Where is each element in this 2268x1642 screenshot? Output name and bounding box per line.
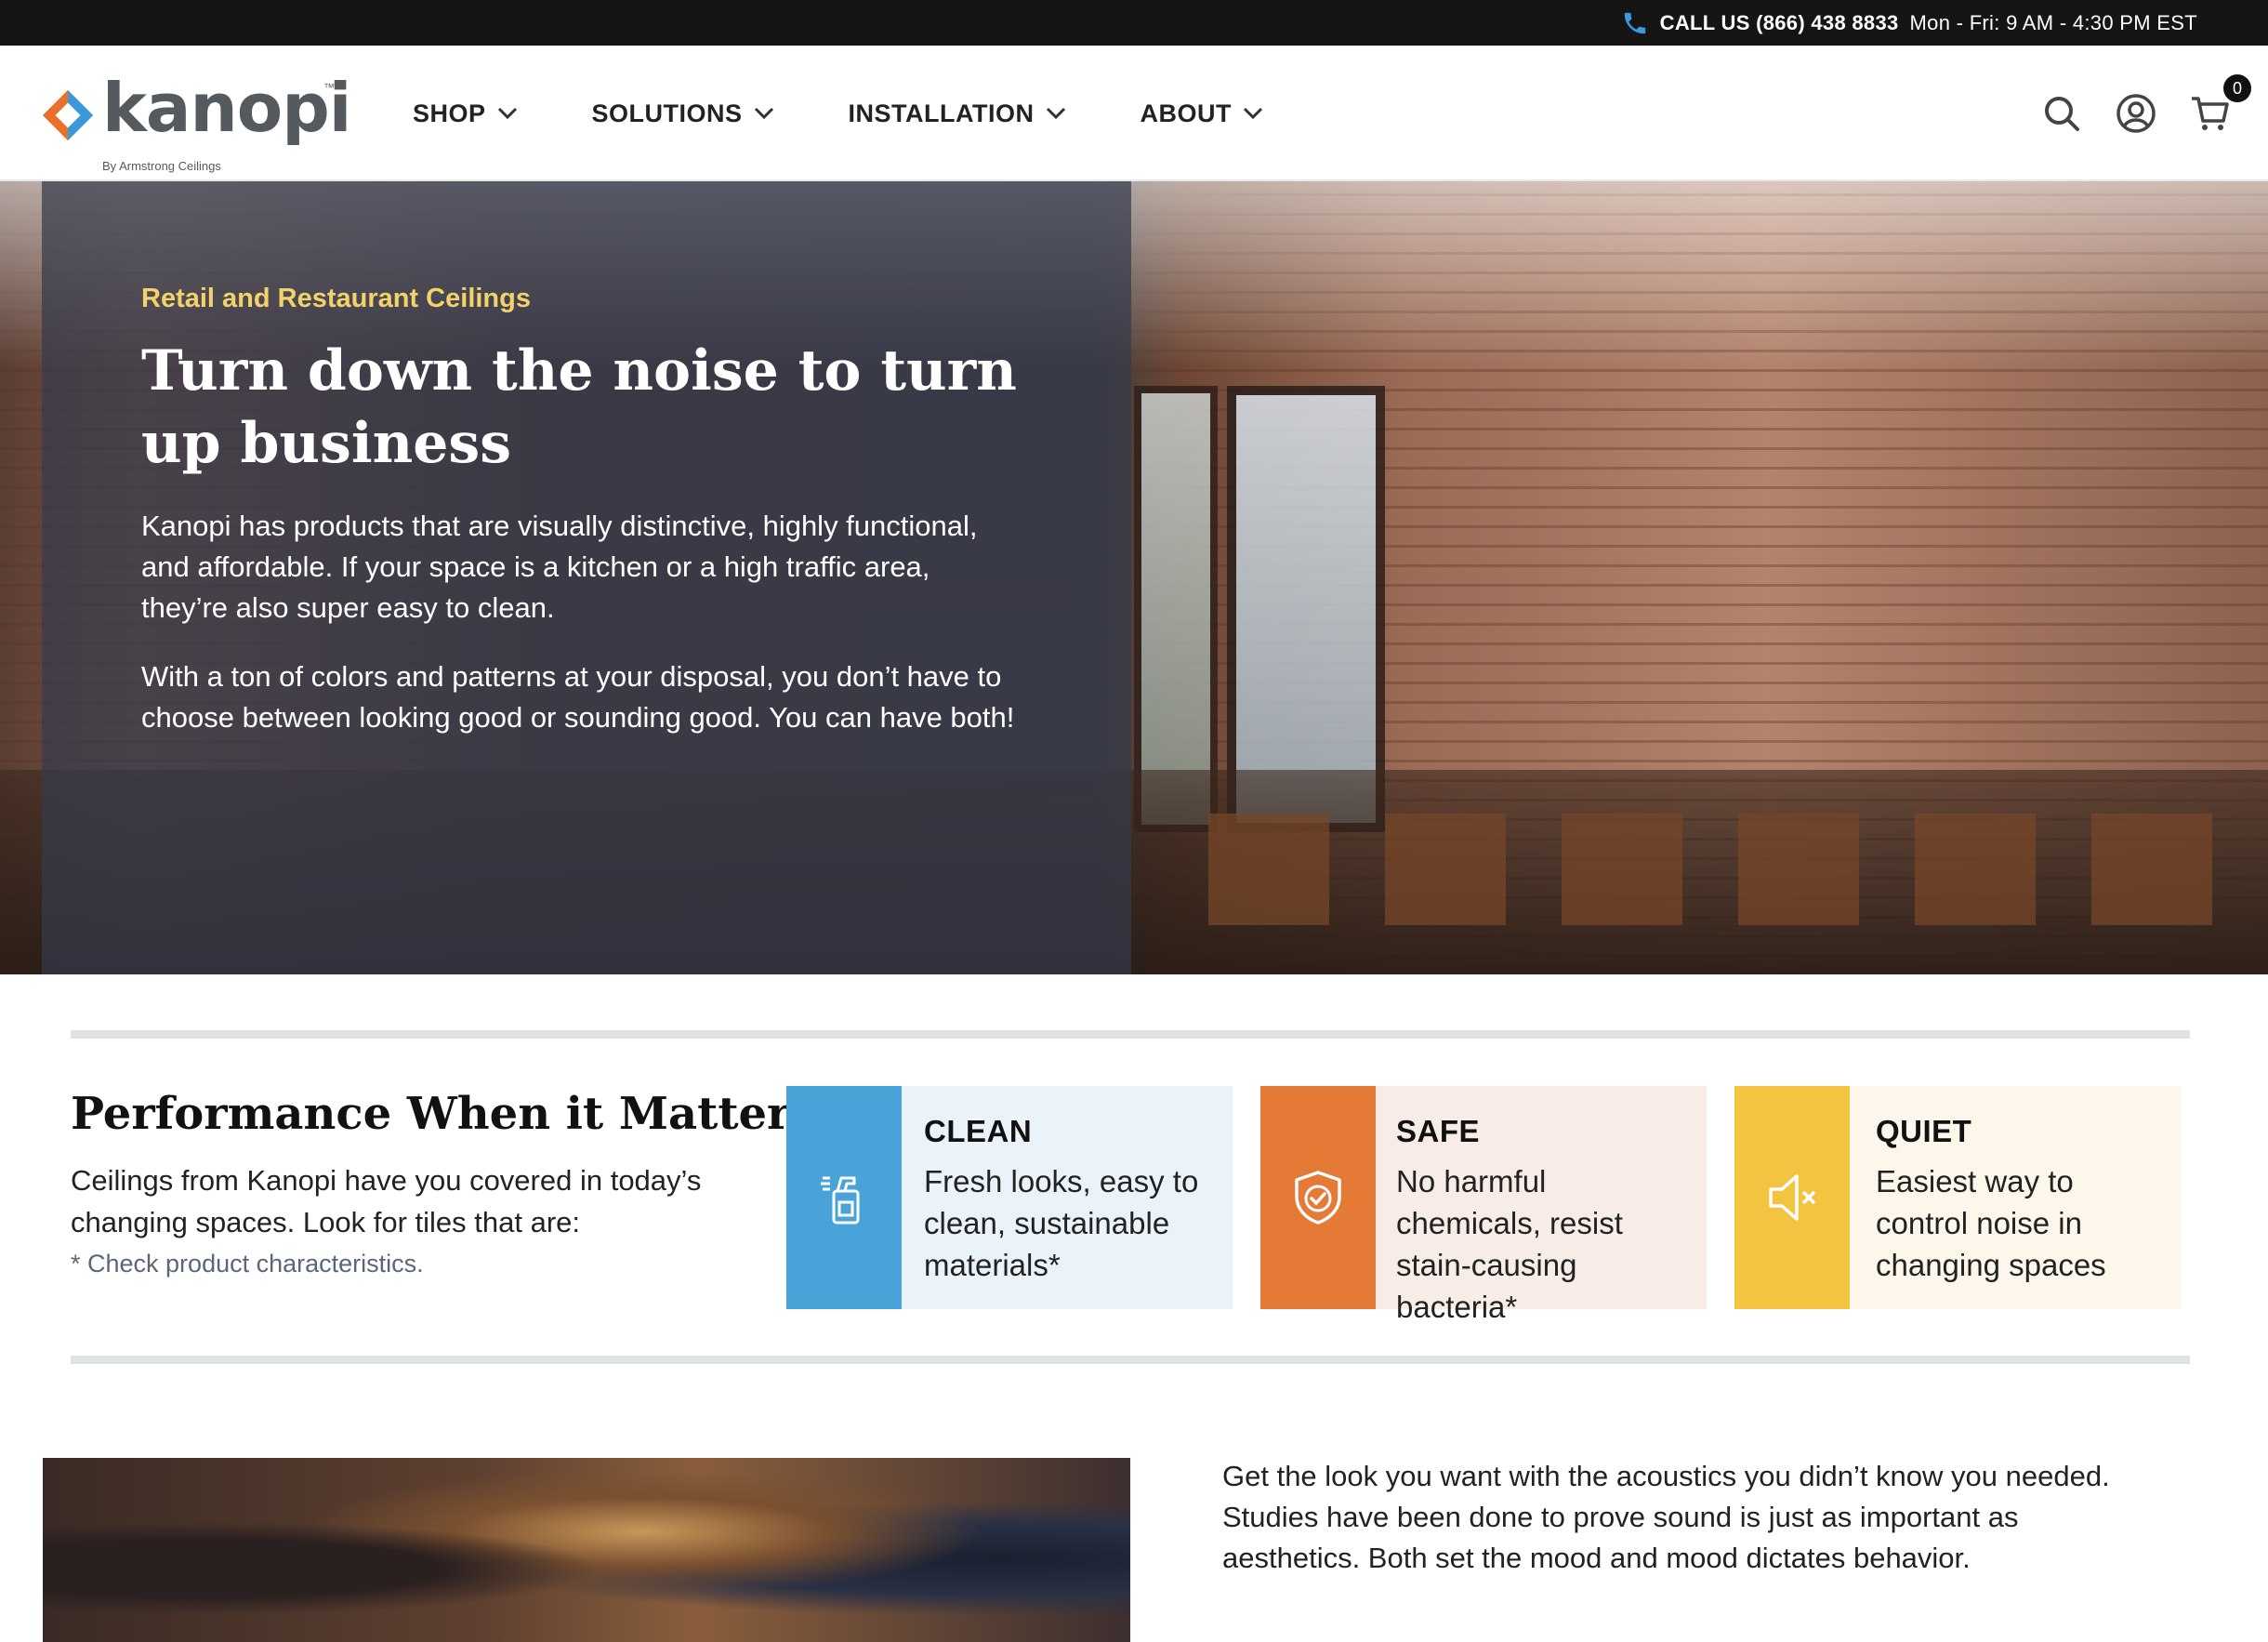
feature-card-title: SAFE bbox=[1396, 1114, 1481, 1148]
speaker-mute-icon bbox=[1769, 1174, 1815, 1221]
performance-description: Ceilings from Kanopi have you covered in… bbox=[71, 1164, 702, 1238]
nav-shop[interactable]: SHOP bbox=[413, 99, 518, 128]
hero-photo-window bbox=[1227, 386, 1385, 832]
logo-subtitle: By Armstrong Ceilings bbox=[102, 159, 221, 173]
nav-solutions[interactable]: SOLUTIONS bbox=[592, 99, 774, 128]
call-us[interactable]: CALL US (866) 438 8833 Mon - Fri: 9 AM -… bbox=[1621, 0, 2197, 46]
logo-wordmark: kanopi bbox=[102, 69, 351, 147]
feature-card-icon bbox=[1734, 1086, 1850, 1309]
search-icon bbox=[2045, 97, 2079, 131]
feature-card-safe: SAFE No harmful chemicals, resist stain-… bbox=[1260, 1086, 1707, 1324]
cart-button[interactable]: 0 bbox=[2190, 74, 2251, 134]
feature-card-desc: Easiest way to control noise in changing… bbox=[1876, 1164, 2106, 1282]
logo-trademark: ™ bbox=[323, 81, 335, 94]
call-us-label[interactable]: CALL US (866) 438 8833 bbox=[1660, 11, 1899, 35]
performance-title: Performance When it Matters bbox=[71, 1088, 816, 1140]
feature-card-body: CLEAN Fresh looks, easy to clean, sustai… bbox=[902, 1086, 1233, 1309]
hero-eyebrow: Retail and Restaurant Ceilings bbox=[141, 284, 531, 313]
acoustics-paragraph: Get the look you want with the acoustics… bbox=[1222, 1460, 2110, 1574]
nav-solutions-label: SOLUTIONS bbox=[591, 99, 743, 127]
feature-card-quiet: QUIET Easiest way to control noise in ch… bbox=[1734, 1086, 2181, 1309]
nav-installation[interactable]: INSTALLATION bbox=[849, 99, 1066, 128]
feature-card-title: QUIET bbox=[1876, 1114, 1972, 1148]
cart-count-badge: 0 bbox=[2223, 74, 2251, 102]
hero-paragraph-1: Kanopi has products that are visually di… bbox=[141, 510, 978, 624]
feature-card-title: CLEAN bbox=[924, 1114, 1033, 1148]
hero-banner: Retail and Restaurant Ceilings Turn down… bbox=[0, 181, 2268, 974]
cart-icon bbox=[2192, 97, 2229, 130]
nav-shop-label: SHOP bbox=[413, 99, 486, 127]
chevron-down-icon bbox=[754, 107, 773, 120]
feature-card-body: QUIET Easiest way to control noise in ch… bbox=[1850, 1086, 2181, 1309]
section-divider bbox=[71, 1356, 2190, 1364]
feature-card-body: SAFE No harmful chemicals, resist stain-… bbox=[1376, 1086, 1707, 1324]
hero-photo-tables bbox=[1208, 814, 2231, 925]
shield-check-icon bbox=[1295, 1171, 1341, 1225]
business-hours: Mon - Fri: 9 AM - 4:30 PM EST bbox=[1909, 10, 2197, 34]
feature-card-desc: No harmful chemicals, resist stain-causi… bbox=[1396, 1164, 1623, 1324]
spray-bottle-icon bbox=[821, 1176, 860, 1225]
feature-card-icon bbox=[1260, 1086, 1376, 1309]
hero-paragraph-2: With a ton of colors and patterns at you… bbox=[141, 660, 1015, 734]
chevron-down-icon bbox=[1243, 107, 1263, 120]
main-nav: SHOP SOLUTIONS INSTALLATION ABOUT bbox=[413, 46, 1338, 181]
account-button[interactable] bbox=[2116, 93, 2156, 134]
feature-card-clean: CLEAN Fresh looks, easy to clean, sustai… bbox=[786, 1086, 1233, 1309]
feature-card-icon bbox=[786, 1086, 902, 1309]
nav-about[interactable]: ABOUT bbox=[1141, 99, 1264, 128]
performance-footnote: * Check product characteristics. bbox=[71, 1250, 424, 1278]
kanopi-logo[interactable]: kanopi ™ By Armstrong Ceilings bbox=[41, 66, 351, 173]
section-divider bbox=[71, 1030, 2190, 1039]
logo-diamond-icon bbox=[42, 89, 94, 141]
hero-photo-window bbox=[1134, 386, 1218, 832]
chevron-down-icon bbox=[497, 107, 517, 120]
top-bar: CALL US (866) 438 8833 Mon - Fri: 9 AM -… bbox=[0, 0, 2268, 46]
hero-content: Retail and Restaurant Ceilings Turn down… bbox=[141, 284, 1034, 766]
search-button[interactable] bbox=[2041, 93, 2082, 134]
site-header: kanopi ™ By Armstrong Ceilings SHOP SOLU… bbox=[0, 46, 2268, 181]
people-photo bbox=[43, 1458, 1130, 1642]
hero-title: Turn down the noise to turn up business bbox=[141, 338, 1017, 476]
account-icon bbox=[2116, 94, 2156, 133]
chevron-down-icon bbox=[1046, 107, 1065, 120]
header-actions: 0 bbox=[2041, 46, 2251, 181]
nav-installation-label: INSTALLATION bbox=[848, 99, 1035, 127]
phone-icon bbox=[1624, 12, 1645, 33]
feature-card-desc: Fresh looks, easy to clean, sustainable … bbox=[924, 1164, 1199, 1282]
nav-about-label: ABOUT bbox=[1140, 99, 1233, 127]
